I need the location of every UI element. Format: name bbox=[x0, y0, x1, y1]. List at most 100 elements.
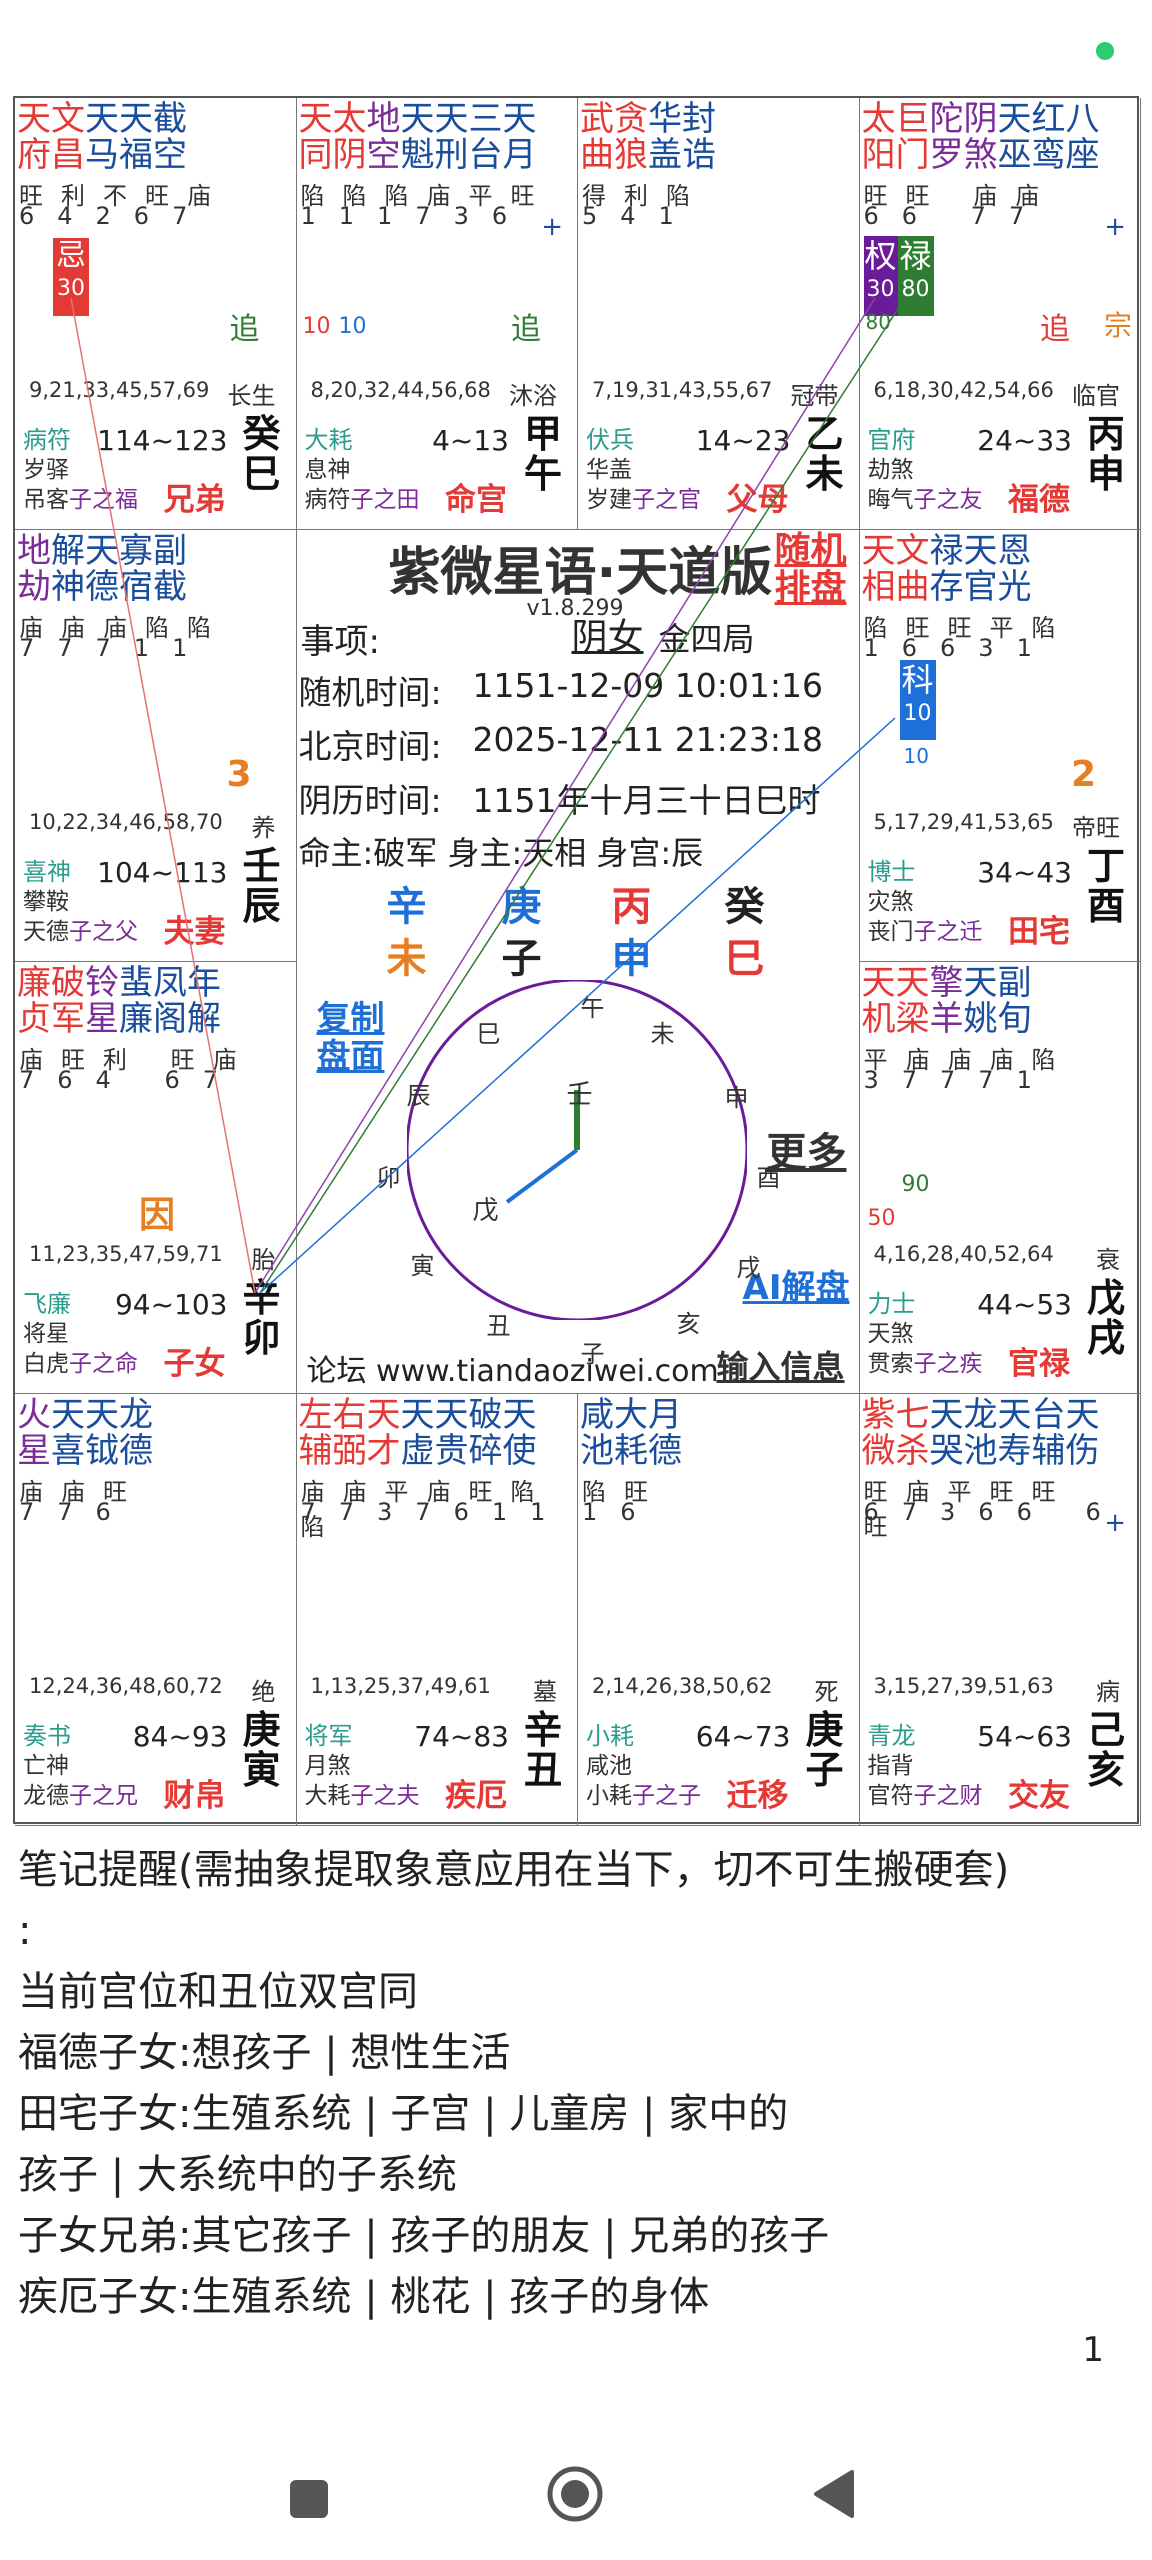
palace-name[interactable]: 夫妻 bbox=[164, 906, 226, 951]
back-button[interactable] bbox=[810, 2464, 858, 2528]
palace-you[interactable]: 天文禄天恩相曲存官光陷旺旺平陷 16631 科 10 10 2 5,17,29,41,53,… bbox=[859, 530, 1141, 962]
palace-name[interactable]: 子女 bbox=[164, 1338, 226, 1383]
star-char: 凤 bbox=[153, 963, 187, 1003]
palace-name[interactable]: 迁移 bbox=[727, 1770, 789, 1815]
star-list: 天文禄天恩相曲存官光 bbox=[862, 534, 1032, 606]
star-char: 梁 bbox=[895, 999, 930, 1039]
palace-wu[interactable]: 天太地天天三天同阴空魁刑台月陷陷陷庙平旺 111736 + 追 10 10 8,20,32,… bbox=[296, 98, 578, 530]
star-char: 星 bbox=[17, 1431, 51, 1471]
star-char: 华 bbox=[648, 99, 682, 139]
god2: 月煞 bbox=[304, 1753, 351, 1779]
palace-shen[interactable]: 太巨陀阴天红八阳门罗煞巫鸾座旺旺 庙庙 66 77 + 权 30 禄 80 80 追宗 6,18,… bbox=[859, 98, 1141, 530]
level-row: 16631 bbox=[863, 634, 1055, 662]
ju-label: 金四局 bbox=[658, 620, 755, 658]
ganzhi: 辛卯 bbox=[242, 1276, 281, 1360]
yin-marker: 因 bbox=[139, 1195, 176, 1236]
plus-icon[interactable]: + bbox=[1104, 1508, 1126, 1538]
num-red: 50 bbox=[867, 1206, 896, 1231]
star-char: 座 bbox=[1065, 135, 1100, 175]
clock-branch: 酉 bbox=[756, 1164, 781, 1192]
star-char: 三 bbox=[468, 99, 503, 139]
star-char: 天 bbox=[85, 1395, 119, 1435]
star-char: 池 bbox=[580, 1431, 614, 1471]
god2: 劫煞 bbox=[867, 457, 914, 483]
palace-mao[interactable]: 廉破铃蜚凤年贞军星廉阁解庙旺利 旺庙 764 67 因 11,23,35,47,59,… bbox=[15, 962, 297, 1394]
palace-name[interactable]: 疾厄 bbox=[445, 1770, 507, 1815]
palace-hai[interactable]: 紫七天龙天台天微杀哭池寿辅伤旺庙平旺旺 旺 67366 6 +3,15,27,39,… bbox=[859, 1394, 1141, 1826]
star-char: 大 bbox=[614, 1395, 648, 1435]
star-char: 辅 bbox=[298, 1431, 333, 1471]
star-char: 副 bbox=[153, 531, 187, 571]
star-char: 龙 bbox=[963, 1395, 998, 1435]
star-char: 副 bbox=[997, 963, 1032, 1003]
forum-link[interactable]: 论坛 www.tiandaoziwei.com bbox=[307, 1346, 719, 1390]
level-row: 66 77 bbox=[863, 202, 1048, 230]
decade-range: 114~123 bbox=[97, 424, 228, 457]
input-info-button[interactable]: 输入信息 bbox=[717, 1342, 845, 1388]
palace-xu[interactable]: 天天擎天副机梁羊姚旬平庙庙庙陷 37771 50 90 4,16,28,40,52,64… bbox=[859, 962, 1141, 1394]
palace-yin[interactable]: 火天天龙星喜钺德庙庙旺 776 12,24,36,48,60,72 绝奏书 亡神 龙德子之… bbox=[15, 1394, 297, 1826]
palace-si[interactable]: 天文天天截府昌马福空旺利不旺庙 64267 忌 30 追 9,21,33,45,57,69… bbox=[15, 98, 297, 530]
zong-label: 宗 bbox=[1103, 309, 1132, 342]
star-char: 耗 bbox=[614, 1431, 648, 1471]
god3: 白虎子之命 bbox=[23, 1351, 138, 1377]
star-char: 廉 bbox=[17, 963, 51, 1003]
star-char: 德 bbox=[648, 1431, 682, 1471]
zhui-label: 追 bbox=[1040, 312, 1070, 347]
palace-name[interactable]: 父母 bbox=[727, 474, 789, 519]
recent-apps-button[interactable] bbox=[290, 2464, 328, 2518]
star-char: 恩 bbox=[997, 531, 1032, 571]
age-list: 11,23,35,47,59,71 bbox=[29, 1242, 223, 1266]
star-char: 池 bbox=[963, 1431, 998, 1471]
palace-chou[interactable]: 左右天天天破天辅弼才虚贵碎使庙庙平庙旺陷陷 7737611 1,13,25,37,4… bbox=[296, 1394, 578, 1826]
page-number: 1 bbox=[1082, 2330, 1104, 2370]
star-char: 封 bbox=[682, 99, 716, 139]
star-char: 武 bbox=[580, 99, 614, 139]
palace-name[interactable]: 福德 bbox=[1008, 474, 1070, 519]
pillar-branch: 申 bbox=[611, 936, 652, 982]
star-char: 才 bbox=[366, 1431, 401, 1471]
pillar-stem: 辛 bbox=[386, 884, 427, 930]
ganzhi: 壬辰 bbox=[242, 844, 281, 928]
level-row: 111736 bbox=[300, 202, 531, 230]
time-value: 1151年十月三十日巳时 bbox=[472, 781, 821, 820]
palace-chen[interactable]: 地解天寡副劫神德宿截庙庙庙陷陷 77711 3 10,22,34,46,58,70 养喜… bbox=[15, 530, 297, 962]
star-char: 诰 bbox=[682, 135, 716, 175]
palace-name[interactable]: 命宫 bbox=[445, 474, 507, 519]
home-button[interactable] bbox=[545, 2464, 605, 2528]
ganzhi: 丙申 bbox=[1086, 412, 1125, 496]
star-char: 钺 bbox=[85, 1431, 119, 1471]
palace-wei[interactable]: 武贪华封曲狼盖诰得利陷 541 7,19,31,43,55,67 冠带 伏兵 华盖 岁建子之… bbox=[578, 98, 860, 530]
note-line: 田宅子女:生殖系统 | 子宫 | 儿童房 | 家中的 bbox=[18, 2091, 789, 2137]
decade-range: 84~93 bbox=[132, 1720, 228, 1753]
ganzhi: 丁酉 bbox=[1086, 844, 1125, 928]
palace-name[interactable]: 兄弟 bbox=[164, 474, 226, 519]
changsheng: 死 bbox=[814, 1678, 839, 1706]
star-char: 贵 bbox=[434, 1431, 469, 1471]
plus-icon[interactable]: + bbox=[541, 212, 563, 242]
star-char: 碎 bbox=[468, 1431, 503, 1471]
copy-chart-button[interactable]: 复制盘面 bbox=[317, 1000, 389, 1076]
star-char: 羊 bbox=[929, 999, 964, 1039]
clock-branch: 午 bbox=[580, 994, 605, 1022]
random-chart-button[interactable]: 随机排盘 bbox=[775, 532, 851, 608]
palace-name[interactable]: 官禄 bbox=[1008, 1338, 1070, 1383]
star-char: 天 bbox=[861, 531, 896, 571]
star-char: 七 bbox=[895, 1395, 930, 1435]
star-char: 官 bbox=[963, 567, 998, 607]
age-list: 8,20,32,44,56,68 bbox=[310, 378, 491, 402]
god2: 息神 bbox=[304, 457, 351, 483]
plus-icon[interactable]: + bbox=[1104, 212, 1126, 242]
palace-name[interactable]: 田宅 bbox=[1008, 906, 1070, 951]
palace-zi[interactable]: 咸大月池耗德陷旺 16 2,14,26,38,50,62 死小耗 咸池 小耗子之子 64~7… bbox=[578, 1394, 860, 1826]
god2: 咸池 bbox=[586, 1753, 632, 1779]
star-char: 虚 bbox=[400, 1431, 435, 1471]
decade-range: 4~13 bbox=[432, 424, 509, 457]
star-char: 天 bbox=[119, 99, 153, 139]
god2: 指背 bbox=[867, 1753, 914, 1779]
palace-name[interactable]: 交友 bbox=[1008, 1770, 1070, 1815]
changsheng: 衰 bbox=[1096, 1246, 1120, 1274]
star-char: 鸾 bbox=[1031, 135, 1066, 175]
gender-label[interactable]: 阴女 bbox=[572, 608, 644, 660]
palace-name[interactable]: 财帛 bbox=[164, 1770, 226, 1815]
